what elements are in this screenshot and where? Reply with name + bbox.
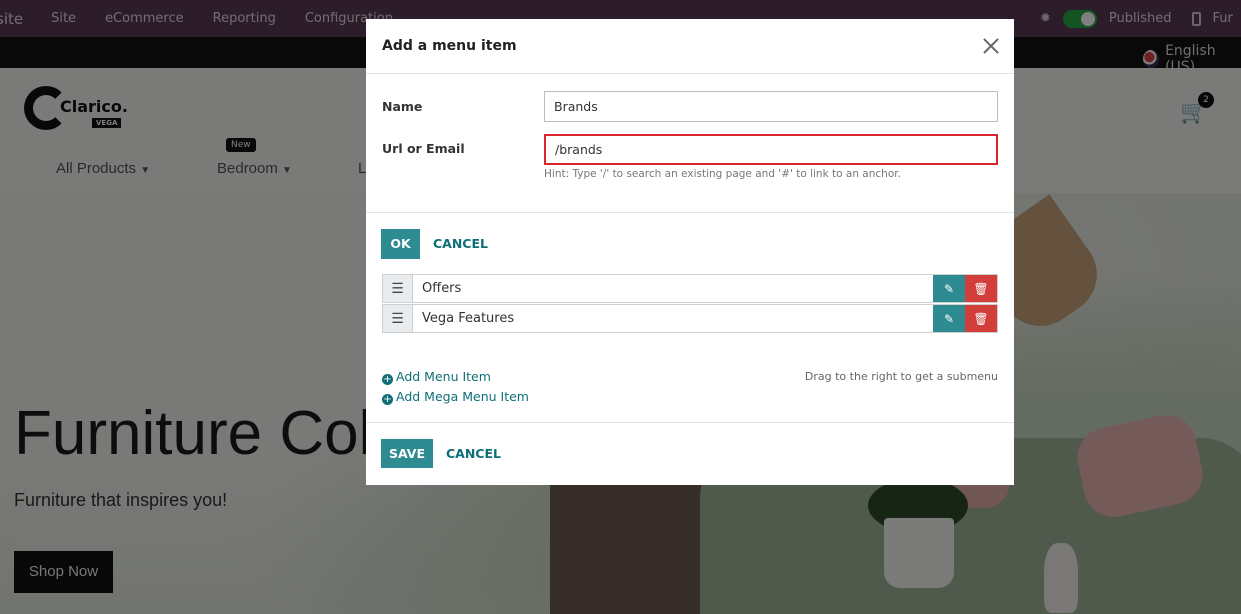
menu-row-label: Vega Features bbox=[422, 311, 515, 326]
modal-title: Add a menu item bbox=[382, 38, 517, 54]
trash-icon[interactable]: 🗑 bbox=[965, 305, 997, 332]
menu-row-offers[interactable]: ☰ Offers ✎ 🗑 bbox=[382, 274, 998, 303]
plus-circle-icon: + bbox=[382, 394, 393, 405]
add-menu-item-label: Add Menu Item bbox=[396, 369, 491, 384]
close-icon[interactable] bbox=[980, 35, 1002, 57]
ok-button[interactable]: OK bbox=[381, 229, 420, 259]
add-mega-menu-item-link[interactable]: + Add Mega Menu Item bbox=[382, 389, 529, 405]
url-hint: Hint: Type '/' to search an existing pag… bbox=[544, 168, 901, 180]
name-label: Name bbox=[382, 99, 423, 114]
trash-icon[interactable]: 🗑 bbox=[965, 275, 997, 302]
cancel-button[interactable]: CANCEL bbox=[433, 236, 488, 251]
add-menu-item-dialog: Add a menu item Name Url or Email Hint: … bbox=[366, 19, 1014, 274]
url-input[interactable] bbox=[544, 134, 998, 165]
edit-icon[interactable]: ✎ bbox=[933, 305, 965, 332]
add-menu-item-link[interactable]: + Add Menu Item bbox=[382, 369, 491, 385]
drag-hint: Drag to the right to get a submenu bbox=[804, 370, 998, 383]
menu-row-vega-features[interactable]: ☰ Vega Features ✎ 🗑 bbox=[382, 304, 998, 333]
name-input[interactable] bbox=[544, 91, 998, 122]
cancel-button[interactable]: CANCEL bbox=[446, 446, 501, 461]
modal-header: Add a menu item bbox=[366, 19, 1014, 74]
save-button[interactable]: SAVE bbox=[381, 439, 433, 468]
drag-handle-icon[interactable]: ☰ bbox=[383, 275, 413, 302]
menu-row-label: Offers bbox=[422, 281, 462, 296]
url-label: Url or Email bbox=[382, 141, 465, 156]
plus-circle-icon: + bbox=[382, 374, 393, 385]
drag-handle-icon[interactable]: ☰ bbox=[383, 305, 413, 332]
menu-editor-footer: SAVE CANCEL bbox=[366, 422, 1014, 485]
edit-icon[interactable]: ✎ bbox=[933, 275, 965, 302]
modal-footer: OK CANCEL bbox=[366, 212, 1014, 274]
add-mega-menu-item-label: Add Mega Menu Item bbox=[396, 389, 529, 404]
